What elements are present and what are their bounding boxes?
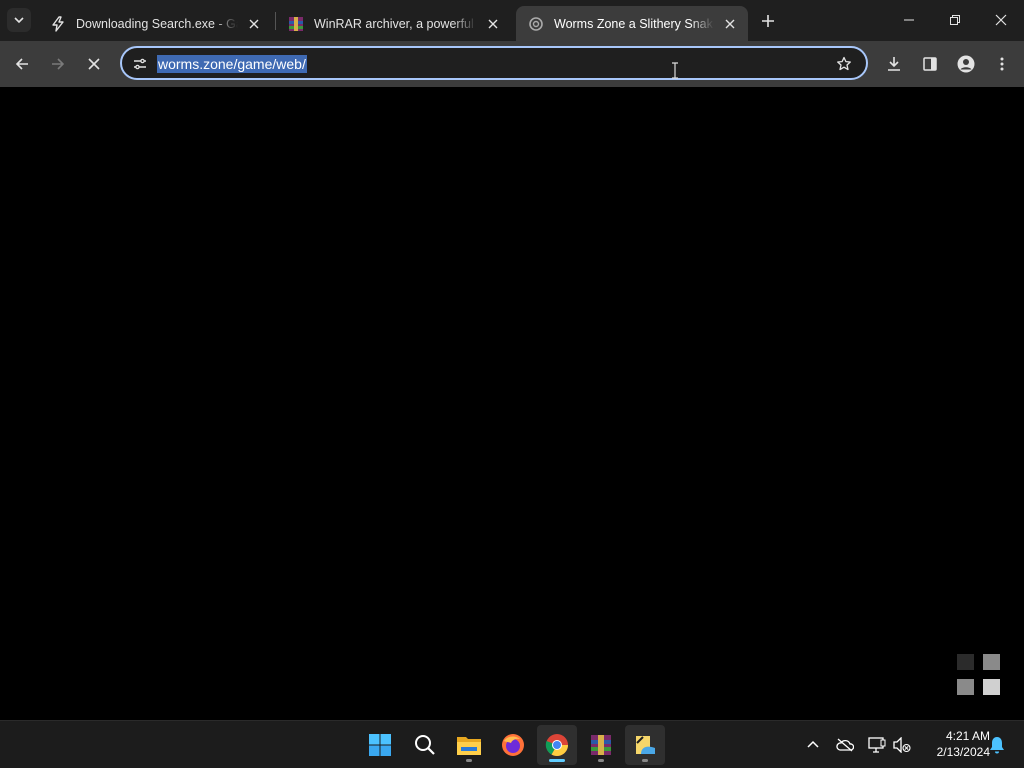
- cloud-off-icon: [836, 738, 854, 752]
- site-settings-icon[interactable]: [130, 54, 150, 74]
- stop-loading-button[interactable]: [80, 50, 108, 78]
- globe-spinner-icon: [528, 16, 544, 32]
- running-indicator: [598, 759, 604, 762]
- chrome-icon: [545, 734, 568, 756]
- close-icon: [88, 58, 100, 70]
- volume-muted-icon: [893, 737, 911, 753]
- downloads-button[interactable]: [880, 50, 908, 78]
- taskbar-winrar[interactable]: [581, 725, 621, 765]
- network-icon: [868, 737, 886, 753]
- taskbar-firefox[interactable]: [493, 725, 533, 765]
- forward-button[interactable]: [44, 50, 72, 78]
- close-icon: [995, 14, 1007, 26]
- screen: Downloading Search.exe - Gam WinRAR arch…: [0, 0, 1024, 768]
- tab-strip: Downloading Search.exe - Gam WinRAR arch…: [0, 0, 1024, 41]
- taskbar-paint[interactable]: [625, 725, 665, 765]
- taskbar-search-button[interactable]: [405, 725, 445, 765]
- taskbar-file-explorer[interactable]: [449, 725, 489, 765]
- loading-indicator-icon: [957, 654, 1000, 696]
- address-bar[interactable]: worms.zone/game/web/: [120, 46, 868, 80]
- show-hidden-icons-button[interactable]: [802, 734, 824, 756]
- tab-winrar[interactable]: WinRAR archiver, a powerful to: [276, 6, 511, 41]
- active-indicator: [549, 759, 565, 762]
- restore-button[interactable]: [932, 0, 978, 40]
- chevron-up-icon: [807, 740, 819, 748]
- running-indicator: [642, 759, 648, 762]
- start-button[interactable]: [360, 725, 400, 765]
- arrow-left-icon: [15, 58, 28, 70]
- tab-search-button[interactable]: [7, 8, 31, 32]
- tab-worms-zone[interactable]: Worms Zone a Slithery Snake: [516, 6, 748, 41]
- close-tab-icon[interactable]: [485, 16, 501, 32]
- notifications-button[interactable]: [986, 734, 1008, 756]
- bookmark-star-icon[interactable]: [834, 54, 854, 74]
- plus-icon: [762, 15, 774, 27]
- paint-icon: [636, 736, 655, 754]
- profile-button[interactable]: [952, 50, 980, 78]
- winrar-icon: [288, 16, 304, 32]
- close-window-button[interactable]: [978, 0, 1024, 40]
- close-tab-icon[interactable]: [246, 16, 262, 32]
- onedrive-tray-button[interactable]: [834, 734, 856, 756]
- back-button[interactable]: [8, 50, 36, 78]
- clock[interactable]: 4:21 AM 2/13/2024: [916, 728, 990, 760]
- firefox-icon: [502, 734, 524, 756]
- arrow-right-icon: [52, 58, 65, 70]
- side-panel-button[interactable]: [916, 50, 944, 78]
- url-text[interactable]: worms.zone/game/web/: [157, 55, 307, 73]
- more-vert-icon: [1000, 57, 1004, 71]
- restore-icon: [950, 15, 960, 25]
- search-icon: [415, 735, 435, 755]
- running-indicator: [466, 759, 472, 762]
- profile-icon: [957, 55, 975, 73]
- volume-tray-button[interactable]: [891, 734, 913, 756]
- clock-time: 4:21 AM: [945, 729, 990, 743]
- taskbar-chrome[interactable]: [537, 725, 577, 765]
- browser-toolbar: worms.zone/game/web/: [0, 41, 1024, 87]
- file-explorer-icon: [457, 737, 481, 755]
- bolt-icon: [50, 15, 66, 32]
- taskbar: 4:21 AM 2/13/2024: [0, 720, 1024, 768]
- network-tray-button[interactable]: [866, 734, 888, 756]
- tab-title: WinRAR archiver, a powerful to: [314, 16, 477, 31]
- minimize-button[interactable]: [886, 0, 932, 40]
- bell-icon: [990, 737, 1004, 754]
- tab-downloading[interactable]: Downloading Search.exe - Gam: [38, 6, 272, 41]
- minimize-icon: [904, 19, 914, 21]
- chevron-down-icon: [14, 17, 24, 24]
- tab-title: Worms Zone a Slithery Snake: [554, 16, 714, 31]
- clock-date: 2/13/2024: [936, 745, 990, 759]
- menu-button[interactable]: [988, 50, 1016, 78]
- winrar-icon: [591, 735, 611, 755]
- tab-title: Downloading Search.exe - Gam: [76, 16, 238, 31]
- page-content[interactable]: [0, 87, 1024, 720]
- new-tab-button[interactable]: [756, 9, 780, 33]
- close-tab-icon[interactable]: [722, 16, 738, 32]
- download-icon: [888, 57, 900, 71]
- start-icon: [369, 734, 391, 756]
- side-panel-icon: [923, 57, 937, 71]
- text-cursor-icon: [672, 62, 678, 79]
